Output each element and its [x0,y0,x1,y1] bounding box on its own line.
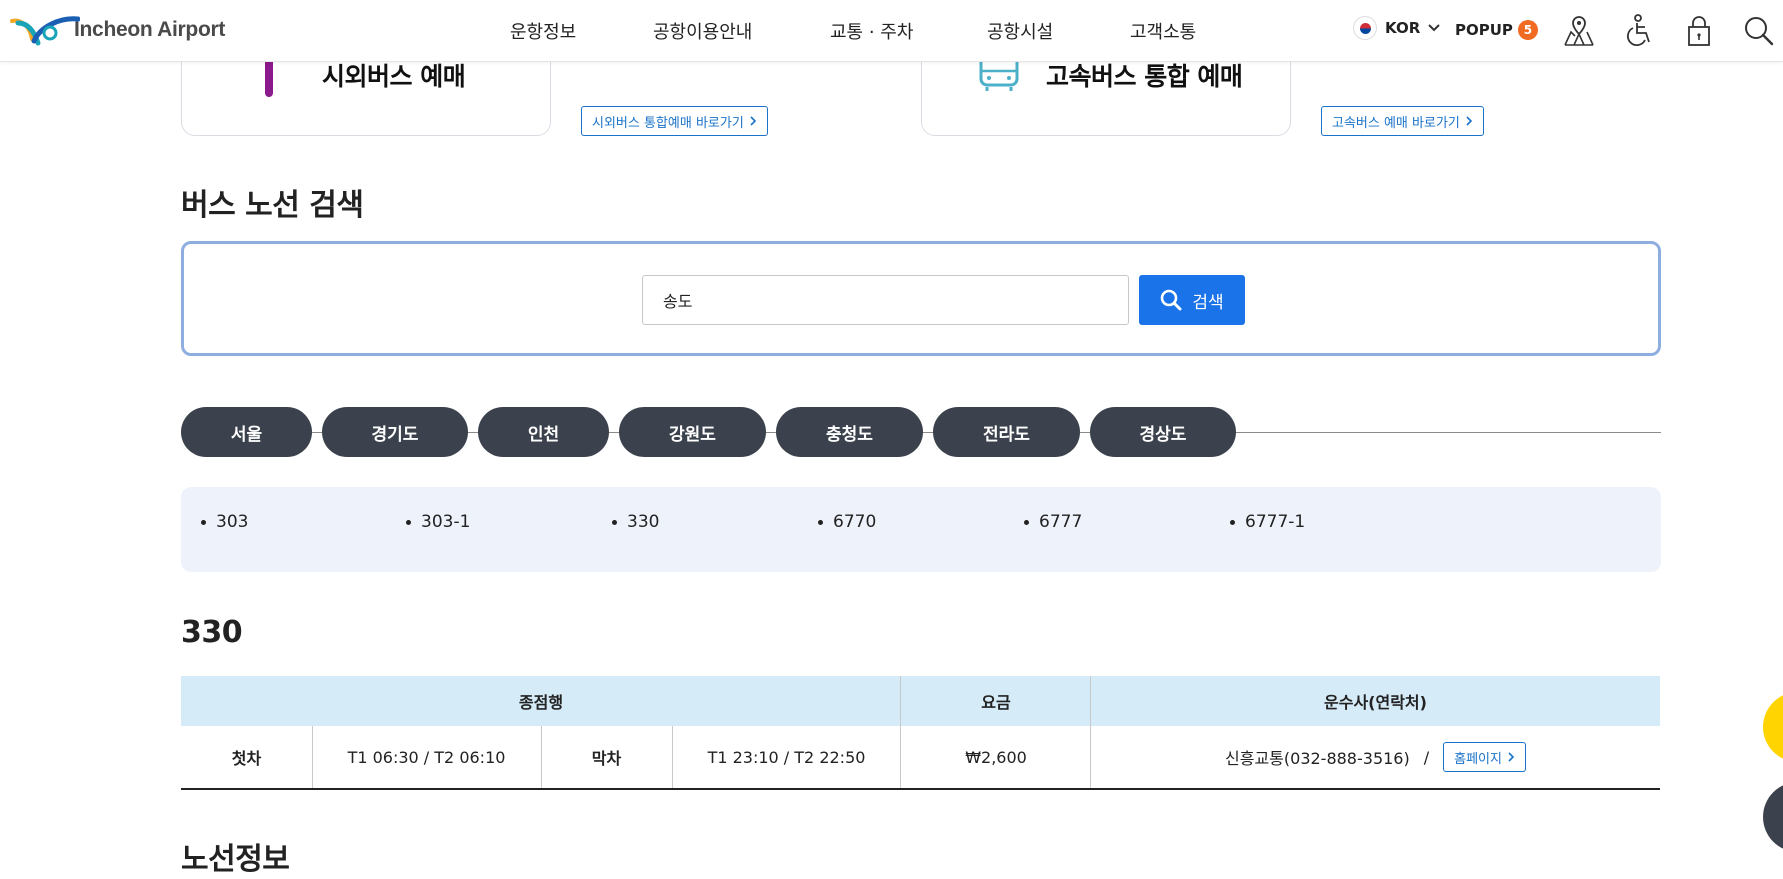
tab-gyeonggi[interactable]: 경기도 [322,407,468,457]
search-icon [1161,289,1182,311]
route-item[interactable]: 6777 [1024,512,1082,532]
nav-facilities[interactable]: 공항시설 [987,18,1053,44]
fare-value: ₩2,600 [965,747,1027,767]
korea-flag-icon [1353,16,1377,40]
chevron-right-icon [1466,116,1473,126]
route-list: 303 303-1 330 6770 6777 6777-1 [181,487,1661,572]
search-box: 검색 [181,241,1661,356]
lock-icon[interactable] [1681,14,1717,48]
search-button[interactable]: 검색 [1139,275,1245,325]
card-title: 시외버스 예매 [322,62,466,91]
popup-button[interactable]: POPUP 5 [1455,20,1538,40]
link-label: 시외버스 통합예매 바로가기 [592,115,744,131]
route-item[interactable]: 330 [612,512,659,532]
column-divider [900,676,901,726]
route-item[interactable]: 303 [201,512,248,532]
table-row: 첫차 T1 06:30 / T2 06:10 막차 T1 23:10 / T2 … [181,726,1660,790]
route-detail-title: 330 [181,615,243,650]
language-label: KOR [1385,19,1421,37]
nav-airport-guide[interactable]: 공항이용안내 [653,18,752,44]
accessibility-icon[interactable] [1621,14,1657,48]
tab-seoul[interactable]: 서울 [181,407,312,457]
tab-incheon[interactable]: 인천 [478,407,609,457]
route-number: 6770 [833,512,877,532]
operator-separator: / [1423,747,1430,767]
route-info-title: 노선정보 [181,842,290,877]
search-icon[interactable] [1741,14,1777,48]
homepage-label: 홈페이지 [1454,751,1502,767]
column-divider [312,726,313,788]
column-divider [1090,676,1091,726]
floating-chat-button[interactable] [1763,692,1783,762]
chevron-down-icon [1428,21,1440,35]
column-divider [541,726,542,788]
tab-jeolla[interactable]: 전라도 [933,407,1080,457]
column-divider [672,726,673,788]
tab-chungcheong[interactable]: 충청도 [776,407,923,457]
header-operator: 운수사(연락처) [1324,693,1427,712]
table-header: 종점행 요금 운수사(연락처) [181,676,1660,726]
chevron-right-icon [1508,752,1515,762]
homepage-button[interactable]: 홈페이지 [1443,742,1526,772]
popup-count-badge: 5 [1517,20,1538,40]
route-item[interactable]: 303-1 [406,512,470,532]
first-bus-time: T1 06:30 / T2 06:10 [347,747,506,767]
bus-route-search-title: 버스 노선 검색 [181,188,364,223]
first-bus-label: 첫차 [231,749,262,768]
column-divider [900,726,901,788]
map-icon[interactable] [1561,14,1597,48]
operator-contact: 신흥교통(032-888-3516) [1225,749,1410,768]
route-number: 6777 [1039,512,1083,532]
popup-label: POPUP [1455,21,1513,39]
column-divider [1090,726,1091,788]
route-item[interactable]: 6770 [818,512,876,532]
language-selector[interactable]: KOR [1353,16,1440,40]
route-number: 330 [627,512,660,532]
search-button-label: 검색 [1192,292,1224,313]
nav-transport-parking[interactable]: 교통 · 주차 [830,18,913,44]
route-number: 303 [216,512,249,532]
floating-top-button[interactable] [1763,782,1783,852]
route-item[interactable]: 6777-1 [1230,512,1305,532]
tab-gyeongsang[interactable]: 경상도 [1090,407,1236,457]
express-booking-link[interactable]: 고속버스 예매 바로가기 [1321,106,1484,136]
last-bus-time: T1 23:10 / T2 22:50 [707,747,866,767]
tab-gangwon[interactable]: 강원도 [619,407,766,457]
route-search-input[interactable] [642,275,1129,325]
card-title: 고속버스 통합 예매 [1046,62,1243,91]
header-fare: 요금 [981,693,1011,712]
intercity-booking-link[interactable]: 시외버스 통합예매 바로가기 [581,106,768,136]
nav-flight-info[interactable]: 운항정보 [510,18,576,44]
operator-cell: 신흥교통(032-888-3516) / 홈페이지 [1091,726,1660,788]
route-number: 303-1 [421,512,471,532]
header-terminal: 종점행 [518,693,564,712]
nav-customer[interactable]: 고객소통 [1130,18,1196,44]
last-bus-label: 막차 [591,749,622,768]
link-label: 고속버스 예매 바로가기 [1332,115,1460,131]
chevron-right-icon [750,116,756,126]
utility-menu: KOR POPUP 5 [1283,14,1783,48]
route-number: 6777-1 [1245,512,1306,532]
site-header: Incheon Airport 운항정보 공항이용안내 교통 · 주차 공항시설… [0,0,1783,62]
